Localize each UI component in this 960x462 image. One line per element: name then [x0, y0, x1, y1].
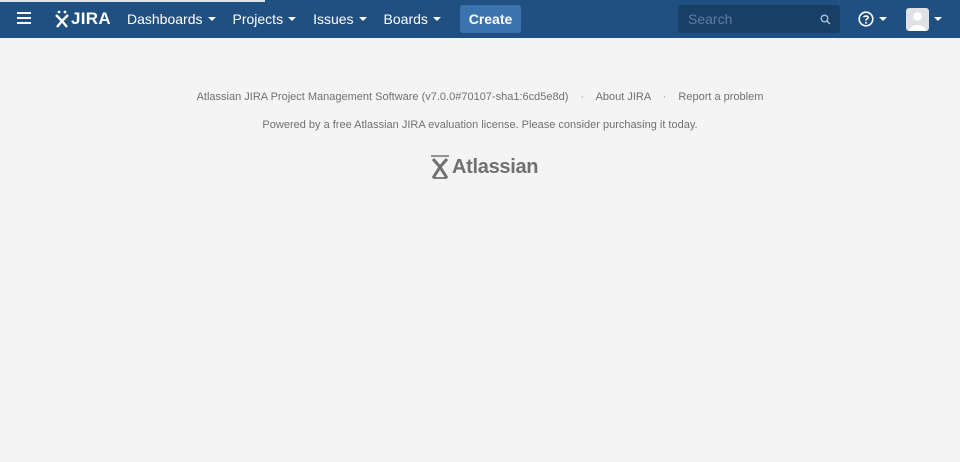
nav-issues-label: Issues — [313, 11, 354, 27]
nav-boards[interactable]: Boards — [384, 0, 441, 38]
search-icon[interactable] — [820, 14, 831, 25]
software-version-link[interactable]: Atlassian JIRA Project Management Softwa… — [197, 91, 569, 103]
main-nav: Dashboards Projects Issues Boards — [127, 0, 458, 38]
user-avatar-icon — [906, 7, 929, 31]
nav-dashboards-label: Dashboards — [127, 11, 203, 27]
atlassian-logo-icon — [431, 155, 449, 179]
nav-issues[interactable]: Issues — [313, 0, 367, 38]
jira-logo-icon — [55, 10, 69, 28]
search-input[interactable] — [678, 5, 818, 33]
nav-dashboards[interactable]: Dashboards — [127, 0, 216, 38]
footer-separator: · — [580, 91, 585, 103]
search-box — [678, 5, 840, 33]
atlassian-logo-text: Atlassian — [452, 155, 539, 178]
atlassian-logo[interactable]: Atlassian — [430, 154, 539, 180]
create-button[interactable]: Create — [460, 5, 521, 33]
chevron-down-icon — [432, 17, 441, 21]
help-icon — [858, 11, 874, 27]
page-footer: Atlassian JIRA Project Management Softwa… — [0, 89, 960, 133]
chevron-down-icon — [288, 17, 297, 21]
chevron-down-icon — [358, 17, 367, 21]
hamburger-icon[interactable] — [17, 12, 31, 24]
user-menu[interactable] — [906, 7, 942, 31]
chevron-down-icon — [207, 17, 216, 21]
jira-logo[interactable]: JIRA — [54, 8, 111, 30]
license-notice: Powered by a free Atlassian JIRA evaluat… — [262, 119, 698, 131]
chevron-down-icon — [879, 17, 887, 21]
nav-projects-label: Projects — [232, 11, 284, 27]
report-problem-link[interactable]: Report a problem — [678, 91, 763, 103]
top-navigation-bar: JIRA Dashboards Projects Issues Boards C… — [0, 0, 960, 38]
chevron-down-icon — [934, 17, 942, 21]
logo-text: JIRA — [71, 9, 111, 28]
help-menu[interactable] — [858, 10, 887, 28]
nav-projects[interactable]: Projects — [233, 0, 297, 38]
footer-separator: · — [662, 91, 667, 103]
footer-links-row: Atlassian JIRA Project Management Softwa… — [0, 89, 960, 105]
about-jira-link[interactable]: About JIRA — [596, 91, 651, 103]
nav-boards-label: Boards — [383, 11, 428, 27]
